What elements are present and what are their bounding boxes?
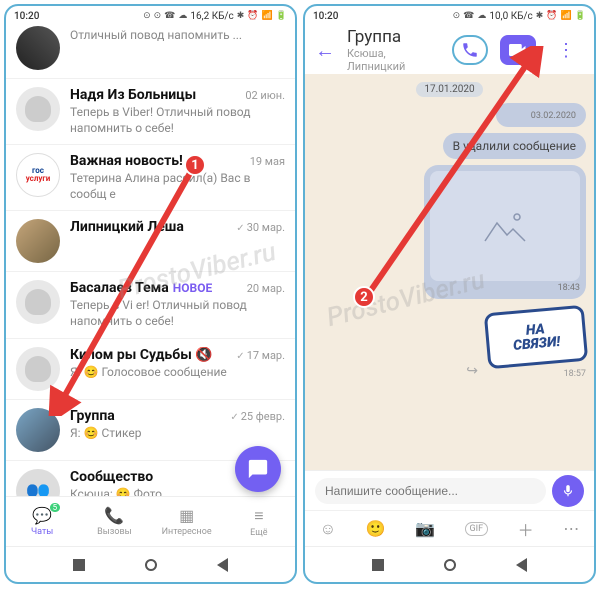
- status-icons: ⊙⊙☎☁ 16,2 КБ/с ✱⏰📶🔋: [143, 11, 287, 22]
- image-message[interactable]: 18:43: [424, 165, 586, 299]
- chat-name: Группа: [70, 408, 115, 424]
- chat-name: Надя Из Больницы: [70, 87, 196, 103]
- chat-item[interactable]: Килом ры Судьбы 🔇 ✓17 мар. Я: 😊 Голосово…: [6, 339, 295, 400]
- menu-icon: ≡: [254, 506, 263, 526]
- chat-name: Килом ры Судьбы 🔇: [70, 347, 213, 363]
- chat-time: ✓30 мар.: [236, 221, 285, 234]
- phone-icon: [461, 41, 479, 59]
- mic-icon: [561, 484, 575, 498]
- video-call-button[interactable]: [500, 35, 536, 65]
- mic-button[interactable]: [552, 475, 584, 507]
- chat-item[interactable]: Надя Из Больницы 02 июн. Теперь в Viber!…: [6, 79, 295, 145]
- bottom-tabs: 💬5 Чаты 📞 Вызовы ▦ Интересное ≡ Ещё: [6, 496, 295, 546]
- attach-button[interactable]: ＋: [518, 517, 534, 541]
- sticker-button[interactable]: 🙂: [366, 519, 386, 538]
- tab-more[interactable]: ≡ Ещё: [223, 497, 295, 546]
- statusbar: 10:20 ⊙☎☁ 10,0 КБ/с ✱⏰📶🔋: [305, 6, 594, 26]
- chat-time: ✓25 февр.: [230, 410, 285, 423]
- tab-chats[interactable]: 💬5 Чаты: [6, 497, 78, 546]
- voice-call-button[interactable]: [452, 35, 488, 65]
- statusbar: 10:20 ⊙⊙☎☁ 16,2 КБ/с ✱⏰📶🔋: [6, 6, 295, 26]
- chat-subtitle: Ксюша, Липницкий: [347, 47, 440, 73]
- tab-calls[interactable]: 📞 Вызовы: [78, 497, 150, 546]
- unread-badge: 5: [50, 503, 61, 512]
- chat-time: 02 июн.: [245, 89, 285, 102]
- date-pill: 17.01.2020: [416, 82, 482, 97]
- composer: [305, 470, 594, 510]
- chat-title: Группа: [347, 27, 440, 47]
- nav-recents[interactable]: [73, 559, 85, 571]
- status-time: 10:20: [313, 11, 338, 22]
- status-icons: ⊙☎☁ 10,0 КБ/с ✱⏰📶🔋: [453, 11, 586, 22]
- image-placeholder-icon: [430, 171, 580, 281]
- compose-fab[interactable]: [235, 446, 281, 492]
- chat-time: 19 мая: [250, 155, 285, 168]
- phone-icon: 📞: [104, 506, 124, 525]
- chat-name: Сообщество: [70, 469, 153, 485]
- new-badge: НОВОЕ: [173, 281, 212, 295]
- message-bubble[interactable]: 03.02.2020: [496, 103, 586, 127]
- chat-time: 20 мар.: [247, 282, 285, 295]
- chat-title-block[interactable]: Группа Ксюша, Липницкий: [347, 27, 440, 73]
- status-time: 10:20: [14, 11, 39, 22]
- forward-button[interactable]: ↪: [466, 363, 478, 379]
- chat-name: Важная новость!: [70, 153, 183, 169]
- chat-time: ✓17 мар.: [236, 349, 285, 362]
- composer-toolbar: ☺ 🙂 📷 GIF ＋ ⋯: [305, 510, 594, 546]
- message-input[interactable]: [315, 478, 546, 504]
- avatar: [16, 26, 60, 70]
- chat-bubble-icon: [247, 458, 269, 480]
- chat-item[interactable]: Отличный повод напомнить ...: [6, 26, 295, 79]
- chat-list[interactable]: Отличный повод напомнить ... Надя Из Бол…: [6, 26, 295, 496]
- avatar: [16, 87, 60, 131]
- avatar: [16, 408, 60, 452]
- chat-item[interactable]: госуслуги Важная новость! 19 мая Тетерин…: [6, 145, 295, 211]
- chat-item[interactable]: Басалаев ТемаНОВОЕ 20 мар. Теперь в Vi e…: [6, 272, 295, 338]
- avatar: [16, 280, 60, 324]
- nav-recents[interactable]: [372, 559, 384, 571]
- tab-explore[interactable]: ▦ Интересное: [151, 497, 223, 546]
- nav-back[interactable]: [516, 558, 527, 572]
- back-button[interactable]: ←: [315, 38, 335, 63]
- more-button[interactable]: ⋮: [548, 35, 584, 65]
- avatar-community-icon: 👥: [16, 469, 60, 496]
- avatar-gosuslugi: госуслуги: [16, 153, 60, 197]
- more-button[interactable]: ⋯: [563, 519, 579, 538]
- chat-name: Басалаев ТемаНОВОЕ: [70, 280, 212, 296]
- phone-left: 10:20 ⊙⊙☎☁ 16,2 КБ/с ✱⏰📶🔋 Отличный повод…: [4, 4, 297, 584]
- deleted-message-bubble[interactable]: В удалили сообщение: [443, 133, 586, 159]
- grid-icon: ▦: [179, 506, 194, 525]
- avatar: [16, 219, 60, 263]
- android-navbar: [6, 546, 295, 582]
- nav-back[interactable]: [217, 558, 228, 572]
- android-navbar: [305, 546, 594, 582]
- chat-icon: 💬5: [32, 506, 52, 525]
- phone-right: 10:20 ⊙☎☁ 10,0 КБ/с ✱⏰📶🔋 ← Группа Ксюша,…: [303, 4, 596, 584]
- gif-button[interactable]: GIF: [465, 522, 489, 536]
- nav-home[interactable]: [145, 559, 157, 571]
- video-icon: [509, 43, 527, 57]
- emoji-button[interactable]: ☺: [320, 519, 336, 539]
- chat-messages[interactable]: 17.01.2020 03.02.2020 В удалили сообщени…: [305, 74, 594, 470]
- chat-item[interactable]: Липницкий Леша ✓30 мар.: [6, 211, 295, 272]
- chat-name: Липницкий Леша: [70, 219, 184, 235]
- chat-header: ← Группа Ксюша, Липницкий ⋮: [305, 26, 594, 74]
- sticker-message[interactable]: НАСВЯЗИ! 18:57: [486, 309, 586, 379]
- nav-home[interactable]: [444, 559, 456, 571]
- camera-button[interactable]: 📷: [415, 519, 435, 538]
- avatar: [16, 347, 60, 391]
